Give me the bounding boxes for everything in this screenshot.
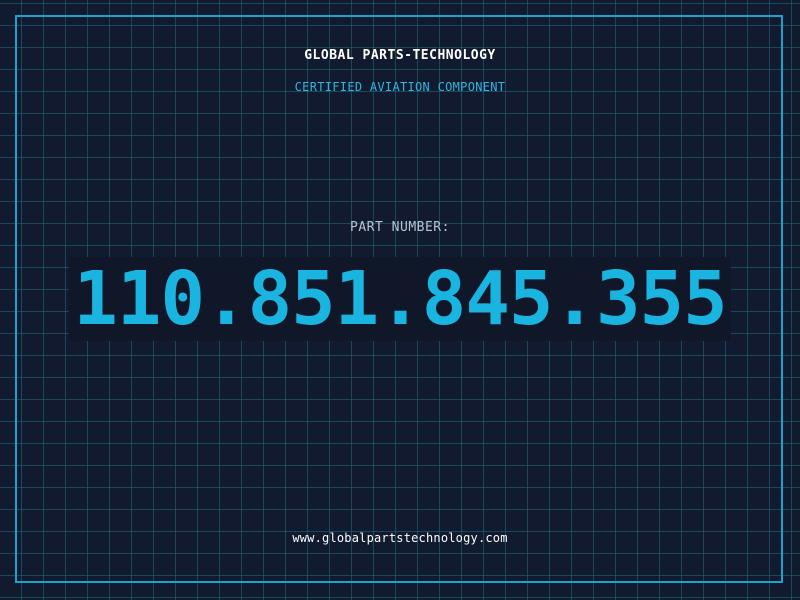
- part-label-card: GLOBAL PARTS-TECHNOLOGY CERTIFIED AVIATI…: [0, 0, 800, 600]
- part-number-label: PART NUMBER:: [350, 220, 450, 235]
- part-number-value: 110.851.845.355: [69, 257, 731, 341]
- certification-subtitle: CERTIFIED AVIATION COMPONENT: [294, 80, 506, 94]
- part-number-container: 110.851.845.355: [0, 254, 800, 344]
- website-url[interactable]: www.globalpartstechnology.com: [0, 531, 800, 545]
- company-name: GLOBAL PARTS-TECHNOLOGY: [304, 48, 496, 63]
